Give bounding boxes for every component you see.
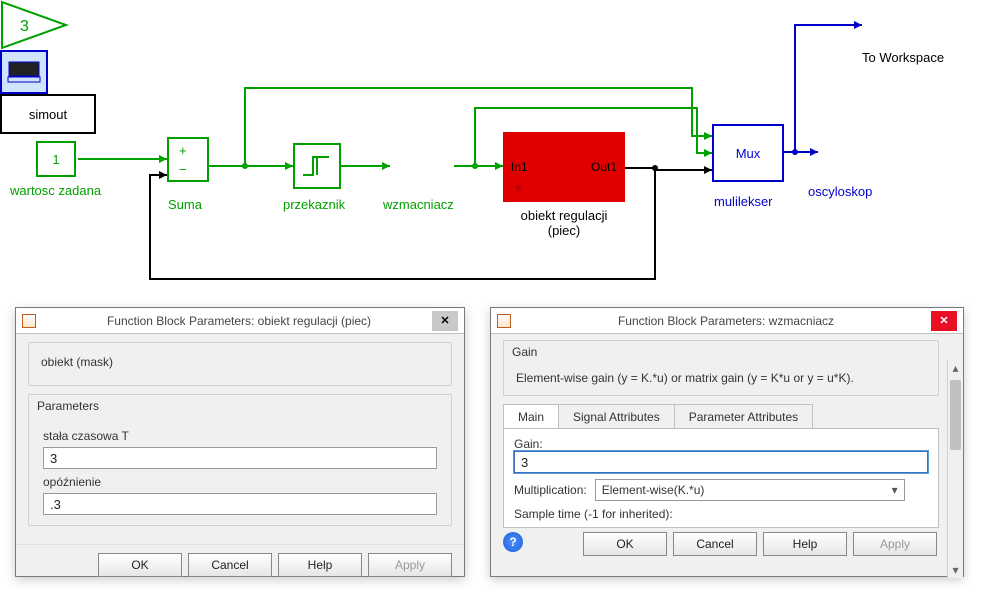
- block-toworkspace[interactable]: simout: [0, 94, 96, 134]
- ok-button[interactable]: OK: [583, 532, 667, 556]
- gain-label: Gain:: [514, 437, 543, 451]
- tabs: Main Signal Attributes Parameter Attribu…: [503, 404, 939, 429]
- gain-input[interactable]: [514, 451, 928, 473]
- gain-heading: Gain: [504, 341, 938, 363]
- close-button-right[interactable]: ✕: [931, 311, 957, 331]
- block-scope[interactable]: [0, 50, 48, 94]
- apply-button[interactable]: Apply: [368, 553, 452, 577]
- block-object[interactable]: In1 Out1 ▾: [503, 132, 625, 202]
- simulink-canvas: 1 wartosc zadana Suma przekaznik 3 wzmac…: [0, 0, 988, 596]
- simulink-icon: [497, 314, 511, 328]
- cancel-button[interactable]: Cancel: [673, 532, 757, 556]
- tab-paramattr[interactable]: Parameter Attributes: [674, 404, 813, 428]
- label-gain: wzmacniacz: [383, 197, 454, 212]
- mult-select[interactable]: Element-wise(K.*u): [595, 479, 905, 501]
- tab-signal[interactable]: Signal Attributes: [558, 404, 675, 428]
- const-value: 1: [52, 152, 59, 167]
- label-sum: Suma: [168, 197, 202, 212]
- wires: [0, 0, 988, 300]
- simulink-icon: [22, 314, 36, 328]
- gain-triangle-icon: 3: [0, 0, 70, 50]
- mult-label: Multiplication:: [514, 483, 587, 497]
- block-mux[interactable]: Mux: [712, 124, 784, 182]
- block-constant[interactable]: 1: [36, 141, 76, 177]
- svg-text:3: 3: [20, 18, 29, 35]
- block-relay[interactable]: [293, 143, 341, 189]
- warning-icon: ▾: [515, 180, 522, 196]
- label-scope: oscyloskop: [808, 184, 872, 199]
- maskname-left: obiekt (mask): [29, 343, 451, 385]
- param2-label: opóźnienie: [43, 475, 437, 489]
- dialog-obiekt: Function Block Parameters: obiekt regula…: [15, 307, 465, 577]
- label-constant: wartosc zadana: [10, 183, 101, 198]
- title-right: Function Block Parameters: wzmacniacz: [521, 314, 931, 328]
- label-mux: mulilekser: [714, 194, 773, 209]
- simout-text: simout: [29, 107, 67, 122]
- param1-input[interactable]: [43, 447, 437, 469]
- scroll-down-icon[interactable]: ▾: [948, 562, 963, 578]
- st-label: Sample time (-1 for inherited):: [514, 507, 673, 521]
- mux-text: Mux: [736, 146, 761, 161]
- scrollbar-thumb[interactable]: [950, 380, 961, 450]
- gain-desc: Element-wise gain (y = K.*u) or matrix g…: [504, 363, 938, 395]
- help-button[interactable]: Help: [278, 553, 362, 577]
- label-relay: przekaznik: [283, 197, 345, 212]
- close-button-left[interactable]: ✕: [432, 311, 458, 331]
- cancel-button[interactable]: Cancel: [188, 553, 272, 577]
- scope-icon: [7, 60, 41, 84]
- block-sum[interactable]: [167, 137, 209, 182]
- apply-button[interactable]: Apply: [853, 532, 937, 556]
- info-icon[interactable]: ?: [503, 532, 523, 552]
- titlebar-right[interactable]: Function Block Parameters: wzmacniacz ✕: [491, 308, 963, 334]
- dialog-gain: Function Block Parameters: wzmacniacz ✕ …: [490, 307, 964, 577]
- param1-label: stała czasowa T: [43, 429, 437, 443]
- label-object: obiekt regulacji(piec): [509, 208, 619, 238]
- label-simout: To Workspace: [862, 50, 944, 65]
- scrollbar[interactable]: ▴ ▾: [947, 360, 963, 578]
- params-heading-left: Parameters: [29, 395, 451, 417]
- tab-main[interactable]: Main: [503, 404, 559, 428]
- title-left: Function Block Parameters: obiekt regula…: [46, 314, 432, 328]
- help-button[interactable]: Help: [763, 532, 847, 556]
- param2-input[interactable]: [43, 493, 437, 515]
- port-in-label: In1: [511, 160, 528, 174]
- ok-button[interactable]: OK: [98, 553, 182, 577]
- scroll-up-icon[interactable]: ▴: [948, 360, 963, 376]
- block-gain[interactable]: 3: [0, 0, 70, 50]
- port-out-label: Out1: [591, 160, 617, 174]
- relay-icon: [301, 151, 333, 181]
- titlebar-left[interactable]: Function Block Parameters: obiekt regula…: [16, 308, 464, 334]
